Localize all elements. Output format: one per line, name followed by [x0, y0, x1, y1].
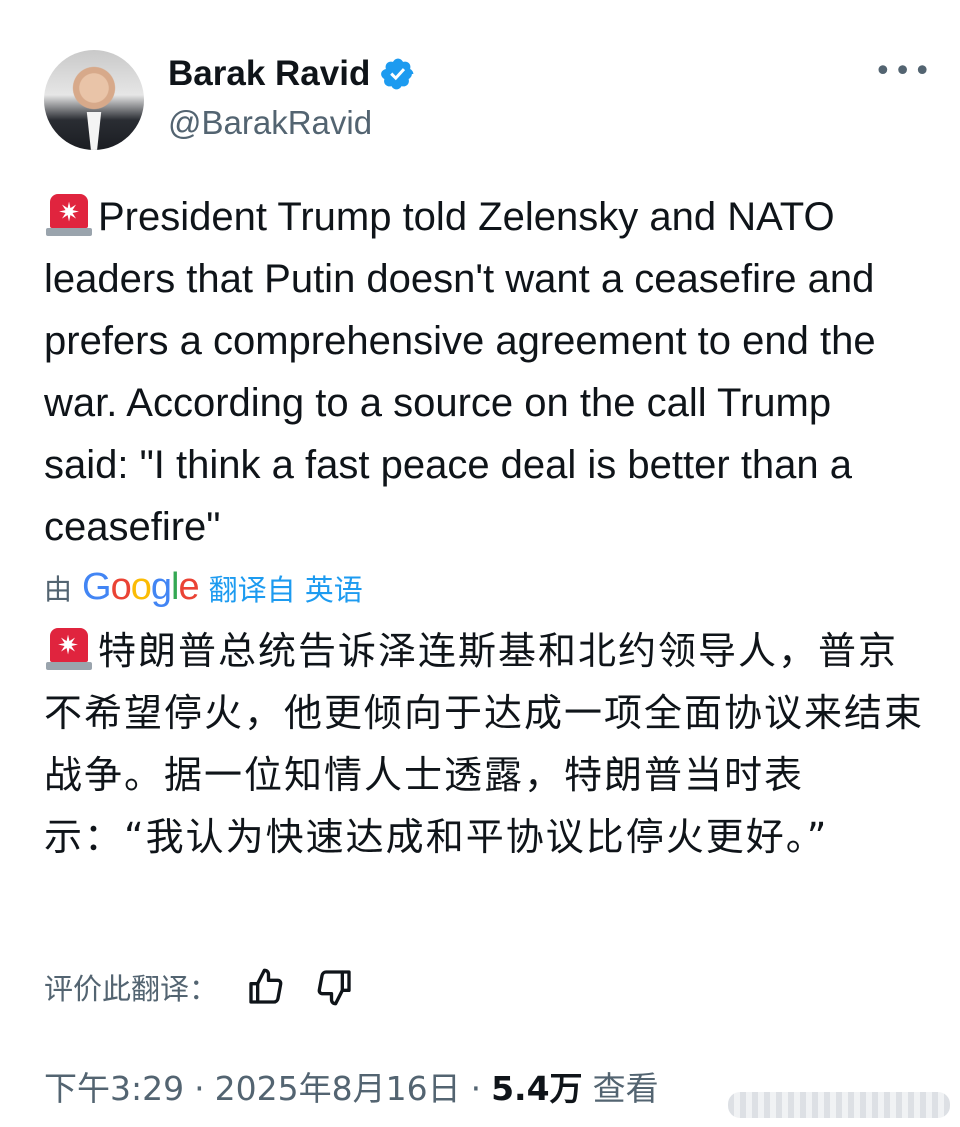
meta-separator: ·: [194, 1069, 205, 1108]
rate-translation-label: 评价此翻译：: [44, 972, 219, 1006]
siren-emoji-icon: ✷: [44, 192, 94, 236]
more-options-icon[interactable]: •••: [874, 57, 933, 87]
views-label: 查看: [592, 1069, 659, 1108]
author-display-name[interactable]: Barak Ravid: [168, 54, 370, 94]
tweet-meta: 下午3:29 · 2025年8月16日 · 5.4万 查看: [44, 1062, 659, 1110]
tweet-text-content: President Trump told Zelensky and NATO l…: [44, 195, 887, 549]
rate-translation-row: 评价此翻译：: [44, 966, 354, 1008]
watermark-image: [728, 1092, 950, 1118]
tweet-date[interactable]: 2025年8月16日: [215, 1062, 461, 1110]
author-handle[interactable]: @BarakRavid: [168, 104, 372, 142]
views-count[interactable]: 5.4万: [491, 1062, 582, 1110]
avatar[interactable]: [44, 50, 144, 150]
thumbs-up-icon[interactable]: [246, 967, 286, 1007]
tweet-text: ✷ President Trump told Zelensky and NATO …: [44, 186, 924, 558]
verified-badge-icon[interactable]: [380, 56, 416, 92]
translated-text: ✷ 特朗普总统告诉泽连斯基和北约领导人，普京不希望停火，他更倾向于达成一项全面协议…: [44, 620, 924, 868]
translation-by-label: 由: [44, 572, 73, 606]
siren-emoji-icon: ✷: [44, 626, 94, 670]
translated-from-link[interactable]: 翻译自 英语: [209, 567, 363, 609]
thumbs-down-icon[interactable]: [314, 967, 354, 1007]
author-name-row: Barak Ravid: [168, 54, 416, 94]
meta-separator: ·: [470, 1069, 482, 1108]
translated-text-content: 特朗普总统告诉泽连斯基和北约领导人，普京不希望停火，他更倾向于达成一项全面协议来…: [44, 629, 925, 859]
translation-attribution: 由 Google 翻译自 英语: [44, 566, 363, 609]
tweet-time[interactable]: 下午3:29: [44, 1062, 184, 1110]
avatar-shirt: [86, 112, 102, 150]
google-logo: Google: [82, 566, 200, 608]
